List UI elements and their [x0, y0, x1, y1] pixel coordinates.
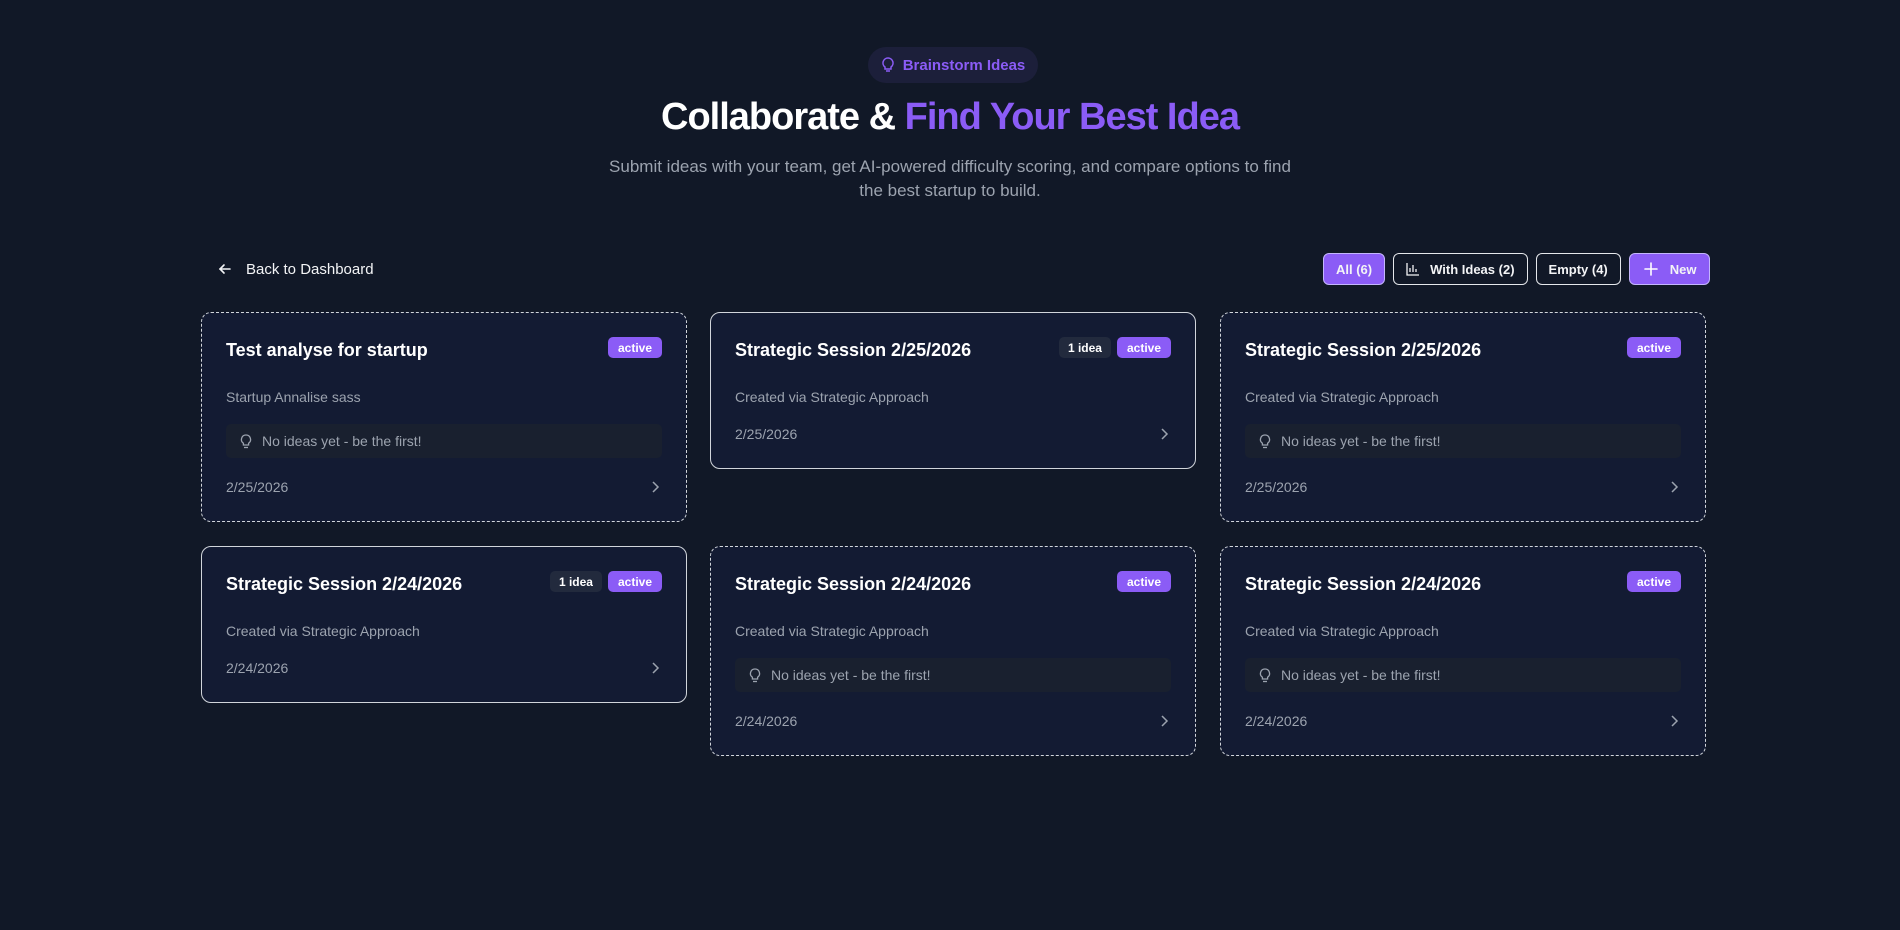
title-accent: Find Your Best Idea: [904, 96, 1240, 138]
lightbulb-icon: [1259, 667, 1271, 682]
chevron-right-icon: [652, 481, 660, 493]
title-main: Collaborate &: [661, 96, 905, 138]
empty-ideas-notice: No ideas yet - be the first!: [1245, 424, 1681, 458]
empty-ideas-notice: No ideas yet - be the first!: [226, 424, 662, 458]
status-badge: active: [1116, 571, 1171, 592]
session-title: Strategic Session 2/24/2026: [735, 574, 972, 594]
lightbulb-icon: [882, 57, 894, 72]
empty-ideas-text: No ideas yet - be the first!: [771, 667, 931, 683]
session-card[interactable]: Strategic Session 2/24/2026 1 idea activ…: [201, 546, 687, 703]
session-title: Strategic Session 2/25/2026: [1245, 340, 1482, 360]
status-badge: active: [1626, 337, 1681, 358]
empty-ideas-notice: No ideas yet - be the first!: [1245, 658, 1681, 692]
session-date: 2/25/2026: [735, 426, 798, 442]
bar-chart-icon: [1406, 263, 1420, 276]
badge-label: Brainstorm Ideas: [902, 56, 1026, 74]
empty-ideas-text: No ideas yet - be the first!: [1281, 433, 1441, 449]
session-description: Created via Strategic Approach: [735, 623, 929, 639]
session-date: 2/24/2026: [1245, 713, 1308, 729]
arrow-left-icon: [218, 264, 231, 274]
back-label: Back to Dashboard: [246, 260, 374, 278]
filter-bar: All (6) With Ideas (2) Empty (4) New: [1323, 253, 1710, 285]
empty-ideas-text: No ideas yet - be the first!: [262, 433, 422, 449]
session-card[interactable]: Strategic Session 2/24/2026 active Creat…: [710, 546, 1196, 756]
session-card[interactable]: Strategic Session 2/24/2026 active Creat…: [1220, 546, 1706, 756]
chevron-right-icon: [1671, 715, 1679, 727]
plus-icon: [1643, 262, 1658, 276]
status-badge: active: [607, 337, 662, 358]
session-title: Strategic Session 2/24/2026: [226, 574, 463, 594]
session-date: 2/25/2026: [226, 479, 289, 495]
idea-count-badge: 1 idea: [549, 571, 602, 592]
filter-all-button[interactable]: All (6): [1323, 253, 1386, 285]
status-badge: active: [1626, 571, 1681, 592]
page-title: Collaborate & Find Your Best Idea: [0, 96, 1900, 139]
session-title: Test analyse for startup: [226, 340, 428, 360]
filter-with-ideas-button[interactable]: With Ideas (2): [1393, 253, 1528, 285]
session-card[interactable]: Test analyse for startup active Startup …: [201, 312, 687, 522]
chevron-right-icon: [1161, 428, 1169, 440]
lightbulb-icon: [749, 667, 761, 682]
lightbulb-icon: [240, 433, 252, 448]
page-subtitle: Submit ideas with your team, get AI-powe…: [609, 157, 1291, 200]
chevron-right-icon: [1671, 481, 1679, 493]
session-card[interactable]: Strategic Session 2/25/2026 active Creat…: [1220, 312, 1706, 522]
filter-empty-button[interactable]: Empty (4): [1535, 253, 1621, 285]
session-description: Startup Annalise sass: [226, 389, 361, 405]
brainstorm-ideas-badge: Brainstorm Ideas: [868, 47, 1038, 83]
filter-with-ideas-label: With Ideas (2): [1430, 261, 1515, 277]
session-date: 2/24/2026: [735, 713, 798, 729]
status-badge: active: [607, 571, 662, 592]
session-description: Created via Strategic Approach: [1245, 623, 1439, 639]
back-to-dashboard-link[interactable]: Back to Dashboard: [218, 258, 374, 280]
session-card[interactable]: Strategic Session 2/25/2026 1 idea activ…: [710, 312, 1196, 469]
session-description: Created via Strategic Approach: [226, 623, 420, 639]
status-badge: active: [1116, 337, 1171, 358]
empty-ideas-text: No ideas yet - be the first!: [1281, 667, 1441, 683]
lightbulb-icon: [1259, 433, 1271, 448]
session-title: Strategic Session 2/25/2026: [735, 340, 972, 360]
empty-ideas-notice: No ideas yet - be the first!: [735, 658, 1171, 692]
session-description: Created via Strategic Approach: [735, 389, 929, 405]
session-title: Strategic Session 2/24/2026: [1245, 574, 1482, 594]
idea-count-badge: 1 idea: [1058, 337, 1111, 358]
new-session-button[interactable]: New: [1628, 253, 1710, 285]
filter-empty-label: Empty (4): [1548, 261, 1608, 277]
session-description: Created via Strategic Approach: [1245, 389, 1439, 405]
session-date: 2/25/2026: [1245, 479, 1308, 495]
filter-all-label: All (6): [1336, 261, 1373, 277]
chevron-right-icon: [1161, 715, 1169, 727]
new-label: New: [1669, 261, 1697, 277]
chevron-right-icon: [652, 662, 660, 674]
session-date: 2/24/2026: [226, 660, 289, 676]
